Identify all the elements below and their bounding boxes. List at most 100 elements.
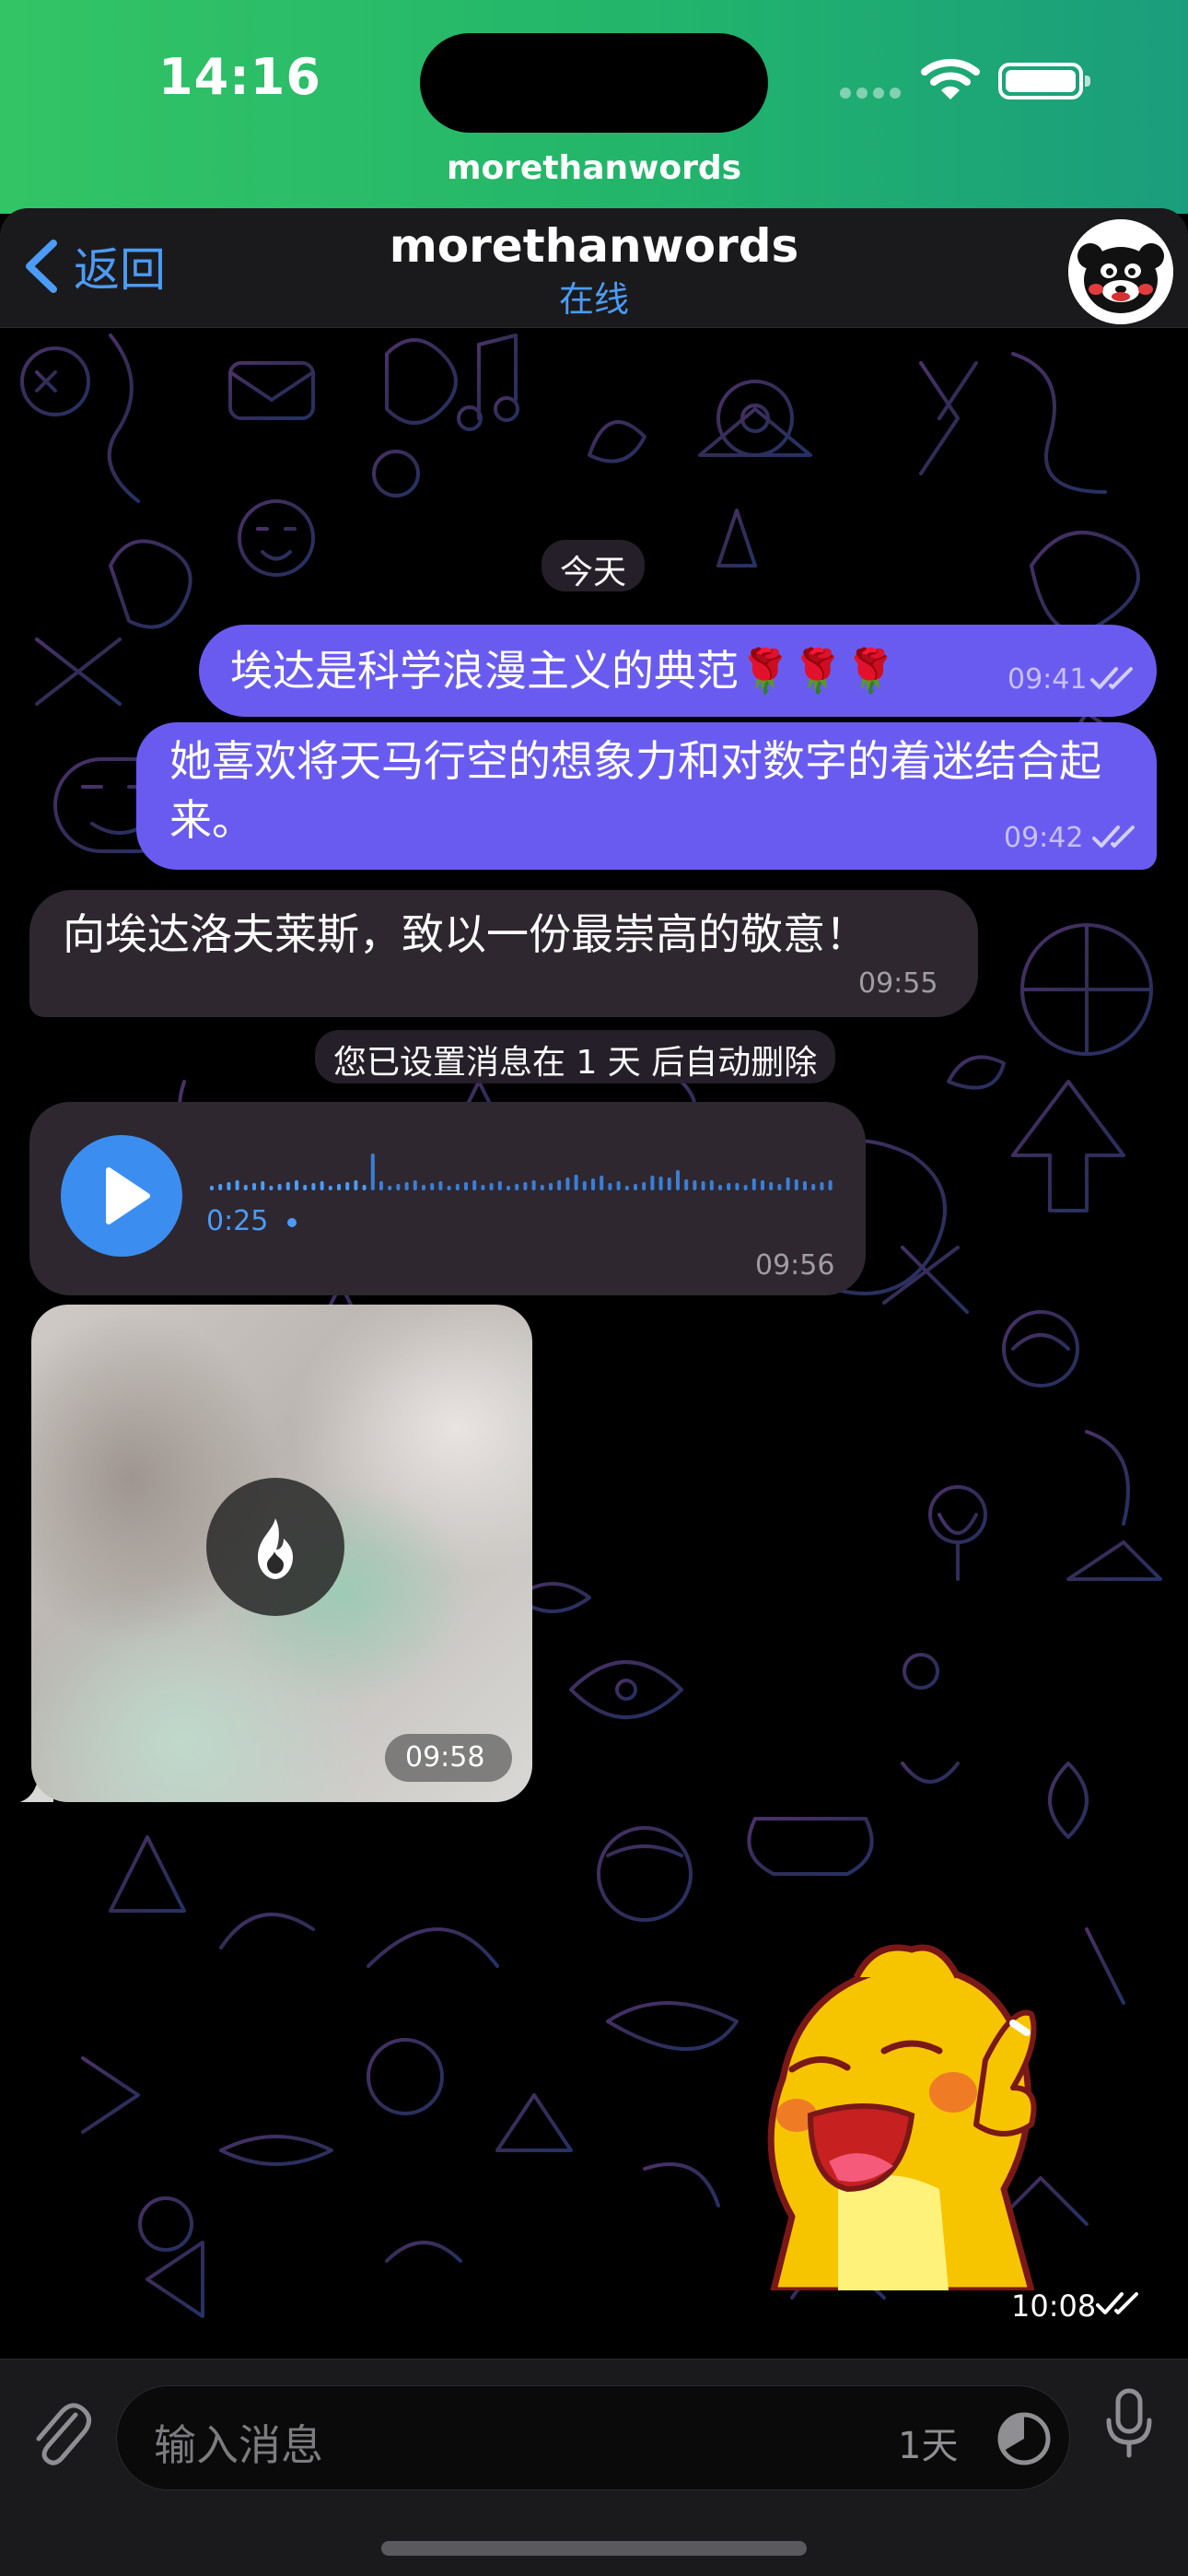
call-banner-name: morethanwords [446,149,742,187]
date-separator: 今天 [542,540,646,591]
waveform-bar [777,1184,782,1190]
waveform-bar [337,1184,341,1190]
battery-icon [998,63,1090,100]
waveform-bar [489,1183,494,1190]
waveform-bar [794,1179,798,1190]
home-indicator[interactable] [381,2541,807,2556]
waveform-bar [396,1184,401,1190]
waveform-bar [345,1182,350,1190]
flame-badge [206,1478,344,1616]
waveform-bar [438,1181,443,1190]
waveform-bar [769,1182,774,1190]
timer-icon[interactable] [992,2406,1056,2471]
message-bubble-outgoing[interactable]: 埃达是科学浪漫主义的典范🌹🌹🌹 09:41 [199,625,1157,717]
waveform-bar [235,1180,239,1190]
waveform-bar [277,1184,282,1190]
waveform-bar [523,1182,528,1190]
message-text: 埃达是科学浪漫主义的典范🌹🌹🌹 [230,646,897,696]
waveform-bar [515,1184,519,1190]
waveform-bar [693,1180,697,1190]
waveform-bar [464,1182,468,1190]
cellular-signal-icon [840,85,906,102]
waveform-bar [243,1185,248,1190]
microphone-icon[interactable] [1101,2387,1157,2461]
message-text: 向埃达洛夫莱斯，致以一份最崇高的敬意！ [63,909,868,959]
read-checkmarks-icon [1092,825,1135,848]
waveform-bar [447,1186,451,1190]
chat-status: 在线 [558,279,629,320]
waveform-bar [786,1177,790,1190]
waveform-bar [303,1185,308,1190]
waveform-bar [701,1181,705,1190]
waveform-bar [582,1181,587,1190]
waveform-bar [591,1178,595,1190]
message-placeholder: 输入消息 [154,2420,323,2470]
waveform-bar [565,1177,570,1190]
waveform-bar [218,1184,223,1190]
waveform-bar [811,1184,816,1190]
waveform-bar [507,1186,510,1190]
waveform-bar [667,1177,671,1190]
waveform-bar [311,1183,316,1190]
avatar[interactable] [1068,219,1173,324]
waveform-bar [531,1180,536,1190]
message-time: 09:58 [405,1741,485,1774]
waveform-bar [328,1186,332,1190]
chat-screen: 14:16 morethanwords 返回 morethanwords 在线 [0,0,1188,2576]
waveform-bar [388,1186,392,1190]
waveform-bar [828,1180,833,1190]
chat-title[interactable]: morethanwords [0,219,1188,273]
waveform-bar [497,1181,502,1190]
play-icon [106,1167,150,1224]
voice-play-button[interactable] [61,1135,182,1257]
message-input[interactable]: 输入消息 1天 [116,2385,1070,2490]
self-destructing-photo[interactable]: 09:58 [31,1305,532,1802]
message-bubble-outgoing[interactable]: 她喜欢将天马行空的想象力和对数字的着迷结合起来。 09:42 [136,722,1157,870]
message-time: 09:55 [858,967,938,1000]
waveform-bar [227,1182,231,1190]
waveform-bar [574,1175,578,1190]
dynamic-island [420,33,768,133]
sticker-dinosaur[interactable] [737,1913,1068,2290]
waveform-bar [320,1181,324,1190]
auto-delete-notice: 您已设置消息在 1 天 后自动删除 [315,1030,836,1083]
voice-message[interactable]: 0:25 09:56 [29,1102,866,1295]
bear-avatar-icon [1068,219,1173,324]
waveform-bar [549,1183,553,1190]
voice-waveform[interactable] [210,1148,845,1222]
waveform-bar [743,1185,748,1190]
waveform-bar [751,1178,756,1190]
waveform-bar [642,1182,646,1190]
waveform-bar [803,1181,807,1190]
message-time: 09:41 [1007,663,1088,696]
chat-header: 返回 morethanwords 在线 [0,208,1188,328]
waveform-bar [624,1186,629,1190]
message-time: 09:42 [1004,822,1084,854]
waveform-bar [761,1180,764,1190]
waveform-bar [735,1183,740,1190]
read-checkmarks-icon [1090,667,1133,689]
waveform-bar [295,1180,298,1190]
waveform-bar [354,1180,358,1190]
waveform-bar [608,1183,612,1190]
waveform-bar [634,1184,637,1190]
waveform-bar [362,1185,367,1190]
flame-icon [258,1518,293,1579]
waveform-bar [455,1184,460,1190]
message-bubble-incoming[interactable]: 向埃达洛夫莱斯，致以一份最崇高的敬意！ 09:55 [29,890,978,1017]
unplayed-dot [287,1218,297,1227]
waveform-bar [269,1186,274,1190]
waveform-bar [540,1185,544,1190]
waveform-bar [472,1180,477,1190]
message-time: 10:08 [1011,2289,1097,2324]
waveform-bar [600,1176,604,1190]
waveform-bar [718,1185,722,1190]
self-destruct-timer-label[interactable]: 1天 [898,2416,958,2469]
waveform-bar [709,1180,714,1190]
waveform-bar [379,1181,383,1190]
waveform-bar [557,1180,562,1190]
status-time: 14:16 [158,48,321,106]
waveform-bar [727,1183,731,1190]
waveform-bar [684,1179,689,1190]
paperclip-icon[interactable] [26,2393,96,2470]
